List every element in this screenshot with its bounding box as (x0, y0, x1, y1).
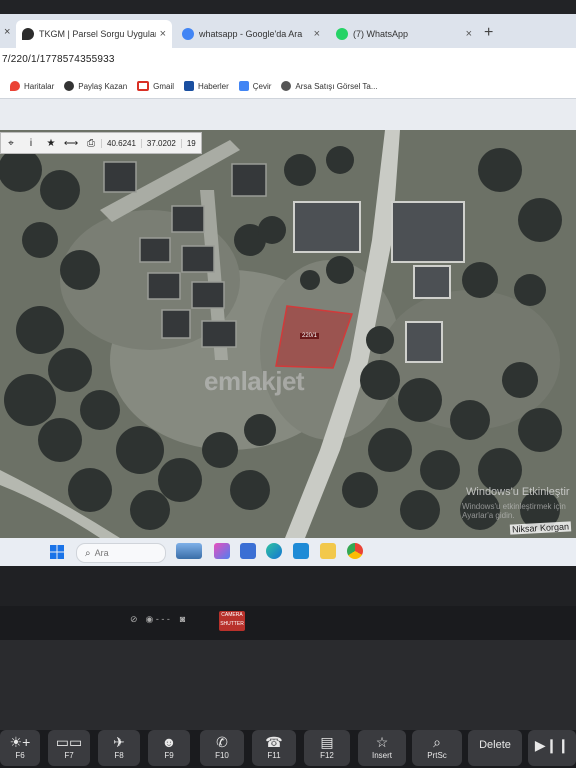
bookmark-label: Haritalar (24, 81, 55, 91)
translate-icon (238, 81, 249, 91)
parcel-label: 220/1 (300, 333, 320, 339)
bookmark-label: Gmail (153, 81, 175, 91)
news-icon (184, 81, 195, 91)
bookmark-arsa-satisi[interactable]: Arsa Satışı Görsel Ta... (281, 81, 378, 91)
key-prtsc[interactable]: ⌕ PrtSc (412, 730, 462, 766)
address-bar[interactable]: 7/220/1/1778574355933 (0, 48, 576, 74)
search-placeholder: Ara (94, 548, 109, 558)
tab-title: whatsapp - Google'da Ara (199, 29, 303, 39)
tab-google-search[interactable]: whatsapp - Google'da Ara × (176, 20, 326, 48)
longitude-readout: 37.0202 (140, 138, 181, 148)
bookmark-cevir[interactable]: Çevir (238, 81, 272, 91)
bookmark-gmail[interactable]: Gmail (137, 81, 174, 91)
play-pause-icon: ▶❙❙ (534, 737, 570, 753)
key-f8[interactable]: ✈ F8 (98, 730, 140, 766)
copilot-icon[interactable] (214, 543, 230, 559)
url-text[interactable]: 7/220/1/1778574355933 (2, 54, 115, 65)
calculator-icon: ▤ (320, 734, 334, 750)
maps-icon (10, 81, 20, 91)
store-icon[interactable] (293, 543, 309, 559)
browser-tab-strip: × TKGM | Parsel Sorgu Uygulamas × whatsa… (0, 14, 576, 48)
tab-whatsapp[interactable]: (7) WhatsApp × (330, 20, 478, 48)
windows-start-icon[interactable] (50, 545, 64, 559)
laptop-hinge (0, 566, 576, 606)
keyboard-deck (0, 640, 576, 730)
web-icon (281, 81, 292, 91)
bookmark-label: Paylaş Kazan (78, 81, 128, 91)
smart-face-icon: ☻ (161, 734, 177, 750)
bookmark-label: Çevir (252, 81, 272, 91)
key-f10[interactable]: ✆ F10 (200, 730, 244, 766)
key-insert[interactable]: ☆ Insert (358, 730, 406, 766)
print-icon[interactable]: ⎙ (81, 138, 101, 149)
favorite-icon: ☆ (375, 734, 389, 750)
target-icon[interactable]: ⌖ (1, 138, 21, 149)
tab-close-button[interactable]: × (466, 28, 472, 40)
key-f11[interactable]: ☎ F11 (252, 730, 296, 766)
tab-tkgm[interactable]: TKGM | Parsel Sorgu Uygulamas × (16, 20, 172, 48)
map-toolbar: ⌖ i ★ ⟷ ⎙ 40.6241 37.0202 19 (0, 132, 202, 154)
call-end-icon: ☎ (265, 734, 283, 750)
share-icon (64, 81, 75, 91)
tab-title: (7) WhatsApp (353, 29, 409, 39)
tab-close-button[interactable]: × (4, 26, 10, 38)
bookmark-label: Arsa Satışı Görsel Ta... (295, 81, 378, 91)
info-icon[interactable]: i (21, 138, 41, 149)
star-icon[interactable]: ★ (41, 138, 61, 149)
tab-close-button[interactable]: × (314, 28, 320, 40)
bookmarks-bar: Haritalar Paylaş Kazan Gmail Haberler Çe… (0, 74, 576, 99)
airplane-mode-icon: ✈ (113, 734, 125, 750)
search-icon: ⌕ (85, 547, 91, 559)
chrome-icon[interactable] (347, 543, 363, 559)
key-delete[interactable]: Delete (468, 730, 522, 766)
taskbar-search[interactable]: ⌕ Ara (76, 543, 166, 563)
measure-icon[interactable]: ⟷ (61, 138, 81, 149)
bookmark-haritalar[interactable]: Haritalar (10, 81, 54, 91)
camera-shutter-badge: CAMERA SHUTTER (219, 611, 245, 631)
explorer-icon[interactable] (320, 543, 336, 559)
widgets-icon[interactable] (240, 543, 256, 559)
weather-icon[interactable] (176, 543, 202, 559)
google-icon (182, 28, 194, 40)
gmail-icon (137, 81, 150, 91)
windows-taskbar: ⌕ Ara (0, 538, 576, 566)
zoom-readout: 19 (180, 138, 201, 148)
brightness-up-icon: ☀+ (9, 734, 31, 750)
key-f6[interactable]: ☀+ F6 (0, 730, 40, 766)
key-f7[interactable]: ▭▭ F7 (48, 730, 90, 766)
tab-title: TKGM | Parsel Sorgu Uygulamas (39, 29, 156, 39)
bookmark-haberler[interactable]: Haberler (184, 81, 229, 91)
call-answer-icon: ✆ (216, 734, 228, 750)
edge-icon[interactable] (266, 543, 282, 559)
key-play-pause[interactable]: ▶❙❙ (528, 730, 576, 766)
new-tab-button[interactable]: + (484, 24, 493, 42)
location-pin-icon (22, 28, 34, 40)
display-switch-icon: ▭▭ (55, 734, 83, 750)
latitude-readout: 40.6241 (101, 138, 141, 148)
bookmark-paylas-kazan[interactable]: Paylaş Kazan (64, 81, 127, 91)
key-f9[interactable]: ☻ F9 (148, 730, 190, 766)
key-f12[interactable]: ▤ F12 (304, 730, 350, 766)
screenshot-icon: ⌕ (433, 734, 441, 750)
emlakjet-watermark: emlakjet (204, 366, 305, 396)
tab-close-button[interactable]: × (160, 28, 166, 40)
satellite-map[interactable]: ⌖ i ★ ⟷ ⎙ 40.6241 37.0202 19 (0, 130, 576, 538)
camera-off-icon: ⊘ (130, 613, 138, 624)
satellite-imagery[interactable] (0, 130, 576, 538)
camera-icon: ◙ (179, 614, 186, 624)
sensor-icon: ◉ - - - (145, 613, 170, 624)
windows-activation-title: Windows'u Etkinleştir (466, 486, 570, 498)
whatsapp-icon (336, 28, 348, 40)
bookmark-label: Haberler (198, 81, 229, 91)
windows-activation-subtitle: Windows'u etkinleştirmek için Ayarlar'a … (462, 502, 566, 520)
